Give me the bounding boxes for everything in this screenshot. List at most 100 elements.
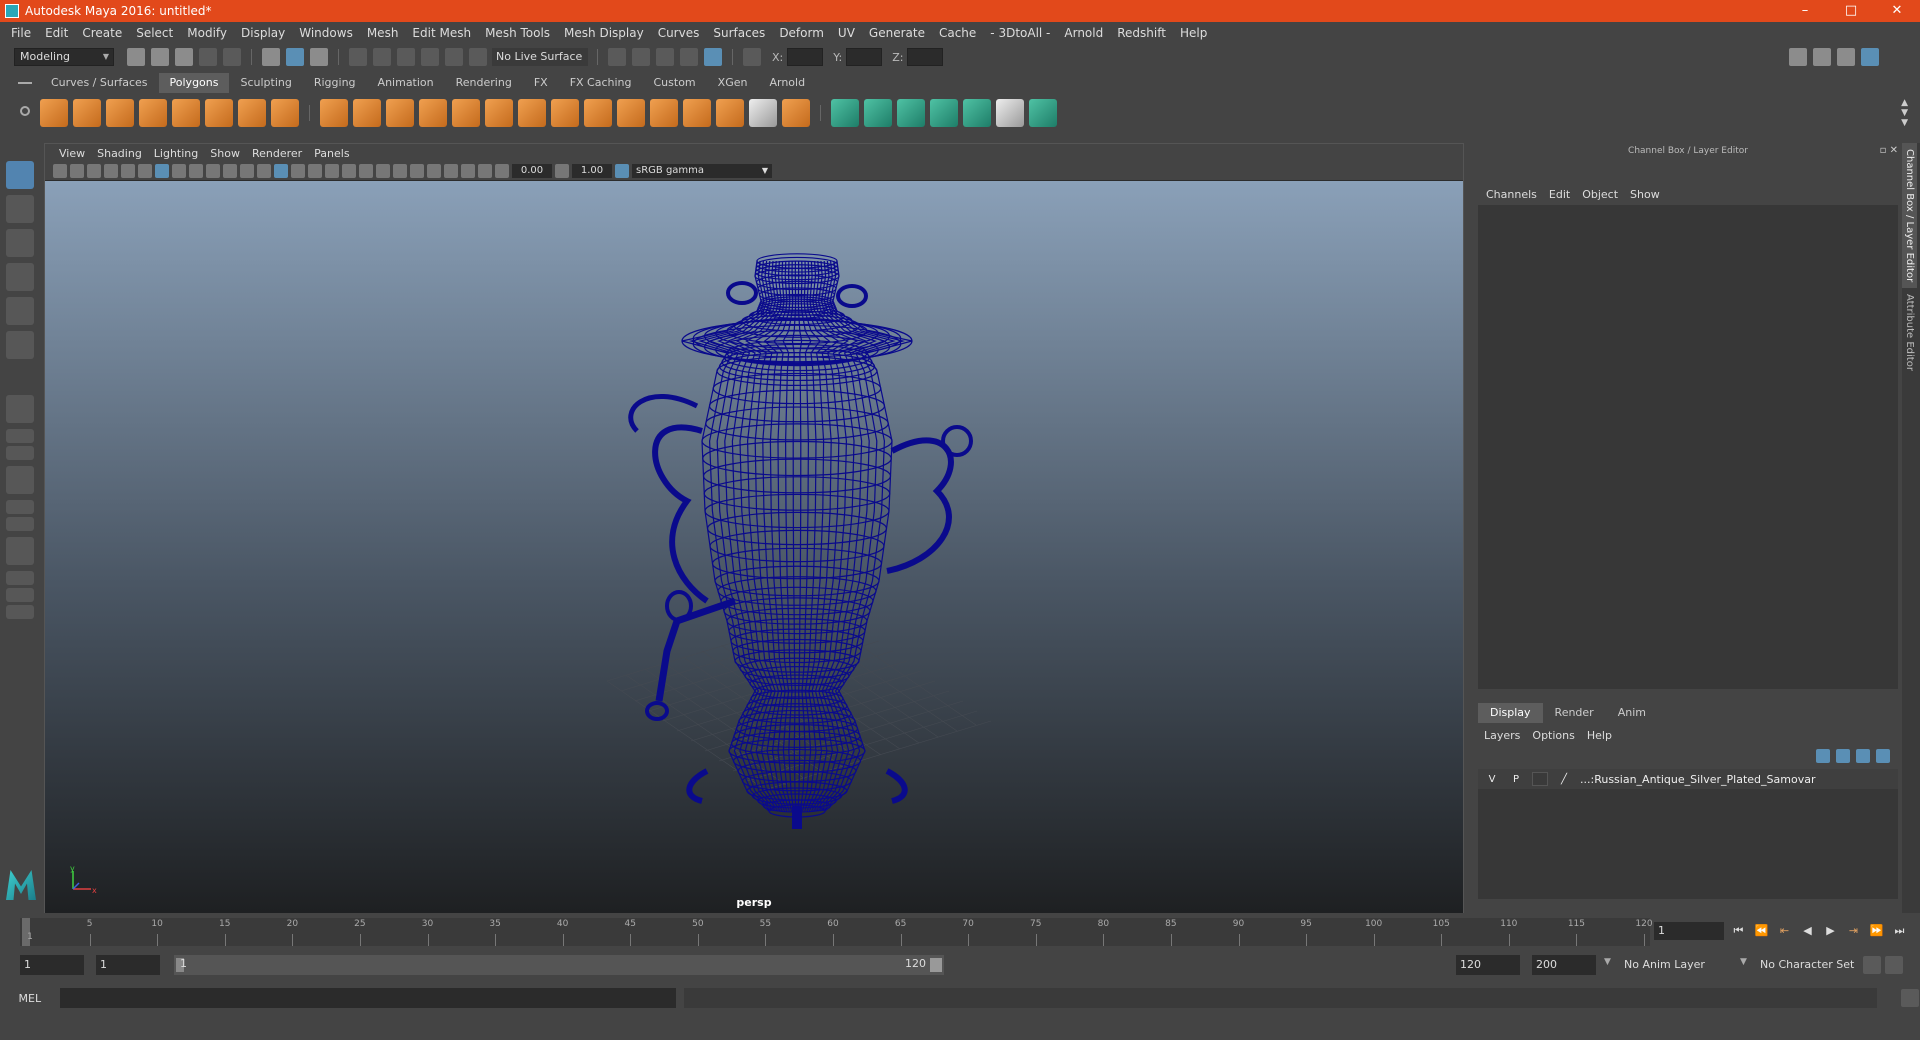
rotate-tool-icon[interactable] [6, 297, 34, 325]
shelf-menu-icon[interactable] [18, 82, 32, 84]
new-layer-from-selection-icon[interactable] [1876, 749, 1890, 763]
shelf-scroll[interactable]: ▲ ▼ ▼ [1901, 98, 1908, 128]
render-layout-icon[interactable] [6, 571, 34, 585]
gamma-icon[interactable] [555, 164, 569, 178]
tab-custom[interactable]: Custom [643, 73, 707, 93]
extract-icon[interactable] [386, 99, 414, 127]
default-material-icon[interactable] [308, 164, 322, 178]
menu-mesh-display[interactable]: Mesh Display [557, 26, 651, 40]
redo-icon[interactable] [223, 48, 241, 66]
panel-float-close[interactable]: ▫ ✕ [1880, 145, 1898, 156]
boolean-icon[interactable] [452, 99, 480, 127]
tab-sculpting[interactable]: Sculpting [229, 73, 302, 93]
tab-xgen[interactable]: XGen [707, 73, 759, 93]
resolution-gate-icon[interactable] [189, 164, 203, 178]
layer-menu-help[interactable]: Help [1581, 729, 1618, 742]
animation-end-input[interactable]: 200 [1532, 955, 1596, 975]
viewport-menu-lighting[interactable]: Lighting [148, 147, 204, 160]
snap-live-icon[interactable] [445, 48, 463, 66]
select-tool-icon[interactable] [6, 161, 34, 189]
select-component-icon[interactable] [310, 48, 328, 66]
render-frame-icon[interactable] [632, 48, 650, 66]
xray-joints-icon[interactable] [461, 164, 475, 178]
poly-pyramid-icon[interactable] [238, 99, 266, 127]
xray-components-icon[interactable] [478, 164, 492, 178]
maximize-button[interactable]: □ [1828, 0, 1874, 22]
tab-anim[interactable]: Anim [1606, 703, 1658, 723]
x-input[interactable] [787, 48, 824, 66]
tab-animation[interactable]: Animation [367, 73, 445, 93]
field-chart-icon[interactable] [223, 164, 237, 178]
tool-settings-icon[interactable] [1837, 48, 1855, 66]
menu-edit[interactable]: Edit [38, 26, 75, 40]
undo-icon[interactable] [199, 48, 217, 66]
ipr-render-icon[interactable] [656, 48, 674, 66]
step-back-frame-button[interactable]: ⇤ [1776, 922, 1793, 939]
exposure-icon[interactable] [495, 164, 509, 178]
poly-pipe-icon[interactable] [271, 99, 299, 127]
channel-box-icon[interactable] [1861, 48, 1879, 66]
animation-start-input[interactable]: 1 [20, 955, 84, 975]
automatic-uv-icon[interactable] [930, 99, 958, 127]
snap-grid-icon[interactable] [349, 48, 367, 66]
planar-uv-icon[interactable] [831, 99, 859, 127]
lights-icon[interactable] [342, 164, 356, 178]
tab-arnold[interactable]: Arnold [758, 73, 816, 93]
channel-box-menu-channels[interactable]: Channels [1480, 188, 1543, 201]
smooth-icon[interactable] [419, 99, 447, 127]
tab-polygons[interactable]: Polygons [158, 73, 230, 93]
character-set-dropdown[interactable]: No Character Set [1756, 955, 1856, 975]
menu-file[interactable]: File [4, 26, 38, 40]
gamma-input[interactable]: 1.00 [572, 164, 612, 178]
film-gate-icon[interactable] [172, 164, 186, 178]
safe-action-icon[interactable] [240, 164, 254, 178]
tab-rendering[interactable]: Rendering [445, 73, 523, 93]
offset-edge-loop-icon[interactable] [683, 99, 711, 127]
camera-attributes-icon[interactable] [70, 164, 84, 178]
anim-layer-chevron-icon[interactable]: ▼ [1604, 957, 1611, 967]
tab-fx-caching[interactable]: FX Caching [559, 73, 643, 93]
auto-key-icon[interactable] [1863, 956, 1881, 974]
channel-box-menu-object[interactable]: Object [1576, 188, 1624, 201]
menu-3dtoall[interactable]: - 3DtoAll - [983, 26, 1057, 40]
append-polygon-icon[interactable] [716, 99, 744, 127]
menu-redshift[interactable]: Redshift [1110, 26, 1173, 40]
play-backwards-button[interactable]: ◀ [1799, 922, 1816, 939]
render-settings-icon[interactable] [680, 48, 698, 66]
viewport-menu-show[interactable]: Show [204, 147, 246, 160]
menu-windows[interactable]: Windows [292, 26, 360, 40]
view-transform-dropdown[interactable]: sRGB gamma [632, 164, 772, 178]
snap-magnet-icon[interactable] [469, 48, 487, 66]
four-view-layout-icon[interactable] [6, 429, 34, 443]
menu-deform[interactable]: Deform [772, 26, 831, 40]
menu-mesh-tools[interactable]: Mesh Tools [478, 26, 557, 40]
layer-menu-layers[interactable]: Layers [1478, 729, 1526, 742]
character-set-chevron-icon[interactable]: ▼ [1740, 957, 1747, 967]
menu-uv[interactable]: UV [831, 26, 862, 40]
layer-move-up-icon[interactable] [1816, 749, 1830, 763]
go-to-start-button[interactable]: ⏮ [1730, 922, 1747, 939]
menu-cache[interactable]: Cache [932, 26, 983, 40]
poly-sphere-icon[interactable] [40, 99, 68, 127]
y-input[interactable] [846, 48, 883, 66]
script-language-toggle[interactable]: MEL [0, 992, 60, 1005]
step-forward-frame-button[interactable]: ⇥ [1845, 922, 1862, 939]
minimize-button[interactable]: – [1782, 0, 1828, 22]
playback-start-input[interactable]: 1 [96, 955, 160, 975]
checker-icon[interactable] [996, 99, 1024, 127]
spherical-uv-icon[interactable] [897, 99, 925, 127]
menu-create[interactable]: Create [75, 26, 129, 40]
channel-box-menu-show[interactable]: Show [1624, 188, 1666, 201]
menu-select[interactable]: Select [129, 26, 180, 40]
open-scene-icon[interactable] [151, 48, 169, 66]
separate-icon[interactable] [353, 99, 381, 127]
dopesheet-layout-icon[interactable] [6, 537, 34, 565]
shelf-settings-icon[interactable] [20, 106, 30, 116]
menu-edit-mesh[interactable]: Edit Mesh [405, 26, 478, 40]
uv-editor-icon[interactable] [963, 99, 991, 127]
fill-hole-icon[interactable] [749, 99, 777, 127]
anti-aliasing-icon[interactable] [410, 164, 424, 178]
shadows-icon[interactable] [359, 164, 373, 178]
close-button[interactable]: ✕ [1874, 0, 1920, 22]
extrude-icon[interactable] [551, 99, 579, 127]
